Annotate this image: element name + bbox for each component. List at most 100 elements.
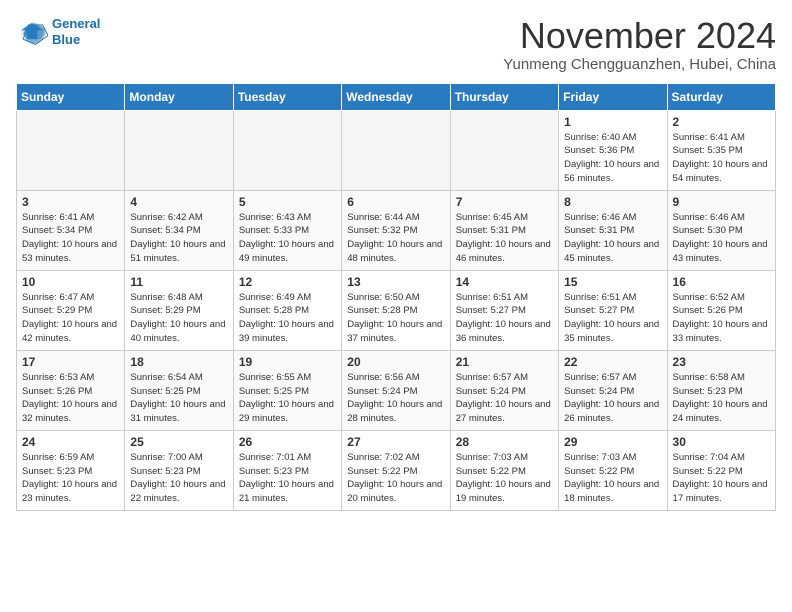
day-number: 20 bbox=[347, 355, 444, 369]
calendar-cell: 17Sunrise: 6:53 AM Sunset: 5:26 PM Dayli… bbox=[17, 350, 125, 430]
day-info: Sunrise: 6:51 AM Sunset: 5:27 PM Dayligh… bbox=[564, 291, 661, 346]
day-number: 17 bbox=[22, 355, 119, 369]
day-info: Sunrise: 6:43 AM Sunset: 5:33 PM Dayligh… bbox=[239, 211, 336, 266]
title-block: November 2024 Yunmeng Chengguanzhen, Hub… bbox=[503, 16, 776, 73]
calendar-cell: 16 Sunrise: 6:52 AM Sunset: 5:26 PM Dayli… bbox=[667, 270, 775, 350]
day-number: 4 bbox=[130, 195, 227, 209]
day-info: Sunrise: 7:03 AM Sunset: 5:22 PM Dayligh… bbox=[564, 451, 661, 506]
day-info: Sunrise: 6:44 AM Sunset: 5:32 PM Dayligh… bbox=[347, 211, 444, 266]
day-header-sunday: Sunday bbox=[17, 83, 125, 110]
calendar-cell: 5 Sunrise: 6:43 AM Sunset: 5:33 PM Daylig… bbox=[233, 190, 341, 270]
week-row-4: 17Sunrise: 6:53 AM Sunset: 5:26 PM Dayli… bbox=[17, 350, 776, 430]
calendar-cell: 1 Sunrise: 6:40 AM Sunset: 5:36 PM Daylig… bbox=[559, 110, 667, 190]
day-header-thursday: Thursday bbox=[450, 83, 558, 110]
calendar-cell: 23Sunrise: 6:58 AM Sunset: 5:23 PM Dayli… bbox=[667, 350, 775, 430]
day-info: Sunrise: 6:57 AM Sunset: 5:24 PM Dayligh… bbox=[564, 371, 661, 426]
day-info: Sunrise: 6:58 AM Sunset: 5:23 PM Dayligh… bbox=[673, 371, 770, 426]
day-number: 24 bbox=[22, 435, 119, 449]
calendar-cell: 21Sunrise: 6:57 AM Sunset: 5:24 PM Dayli… bbox=[450, 350, 558, 430]
calendar-cell: 29Sunrise: 7:03 AM Sunset: 5:22 PM Dayli… bbox=[559, 430, 667, 510]
days-of-week-row: SundayMondayTuesdayWednesdayThursdayFrid… bbox=[17, 83, 776, 110]
day-info: Sunrise: 7:01 AM Sunset: 5:23 PM Dayligh… bbox=[239, 451, 336, 506]
day-info: Sunrise: 6:49 AM Sunset: 5:28 PM Dayligh… bbox=[239, 291, 336, 346]
calendar-cell: 7 Sunrise: 6:45 AM Sunset: 5:31 PM Daylig… bbox=[450, 190, 558, 270]
calendar-cell: 19 Sunrise: 6:55 AM Sunset: 5:25 PM Dayli… bbox=[233, 350, 341, 430]
day-info: Sunrise: 6:55 AM Sunset: 5:25 PM Dayligh… bbox=[239, 371, 336, 426]
day-info: Sunrise: 7:00 AM Sunset: 5:23 PM Dayligh… bbox=[130, 451, 227, 506]
day-number: 15 bbox=[564, 275, 661, 289]
day-number: 1 bbox=[564, 115, 661, 129]
day-info: Sunrise: 6:42 AM Sunset: 5:34 PM Dayligh… bbox=[130, 211, 227, 266]
calendar-cell: 2Sunrise: 6:41 AM Sunset: 5:35 PM Daylig… bbox=[667, 110, 775, 190]
calendar-table: SundayMondayTuesdayWednesdayThursdayFrid… bbox=[16, 83, 776, 511]
logo-text: General Blue bbox=[52, 16, 100, 47]
day-header-tuesday: Tuesday bbox=[233, 83, 341, 110]
calendar-cell bbox=[125, 110, 233, 190]
calendar-header: SundayMondayTuesdayWednesdayThursdayFrid… bbox=[17, 83, 776, 110]
day-info: Sunrise: 6:40 AM Sunset: 5:36 PM Dayligh… bbox=[564, 131, 661, 186]
day-number: 16 bbox=[673, 275, 770, 289]
calendar-cell: 24 Sunrise: 6:59 AM Sunset: 5:23 PM Dayli… bbox=[17, 430, 125, 510]
day-info: Sunrise: 7:02 AM Sunset: 5:22 PM Dayligh… bbox=[347, 451, 444, 506]
day-info: Sunrise: 6:57 AM Sunset: 5:24 PM Dayligh… bbox=[456, 371, 553, 426]
day-header-wednesday: Wednesday bbox=[342, 83, 450, 110]
day-info: Sunrise: 6:46 AM Sunset: 5:31 PM Dayligh… bbox=[564, 211, 661, 266]
week-row-2: 3Sunrise: 6:41 AM Sunset: 5:34 PM Daylig… bbox=[17, 190, 776, 270]
calendar-cell: 6 Sunrise: 6:44 AM Sunset: 5:32 PM Daylig… bbox=[342, 190, 450, 270]
day-number: 19 bbox=[239, 355, 336, 369]
day-number: 25 bbox=[130, 435, 227, 449]
day-info: Sunrise: 6:45 AM Sunset: 5:31 PM Dayligh… bbox=[456, 211, 553, 266]
calendar-cell: 28Sunrise: 7:03 AM Sunset: 5:22 PM Dayli… bbox=[450, 430, 558, 510]
day-number: 14 bbox=[456, 275, 553, 289]
day-info: Sunrise: 6:47 AM Sunset: 5:29 PM Dayligh… bbox=[22, 291, 119, 346]
calendar-cell: 26Sunrise: 7:01 AM Sunset: 5:23 PM Dayli… bbox=[233, 430, 341, 510]
day-number: 6 bbox=[347, 195, 444, 209]
page-header: General Blue November 2024 Yunmeng Cheng… bbox=[16, 16, 776, 73]
day-info: Sunrise: 6:52 AM Sunset: 5:26 PM Dayligh… bbox=[673, 291, 770, 346]
calendar-cell: 30 Sunrise: 7:04 AM Sunset: 5:22 PM Dayli… bbox=[667, 430, 775, 510]
calendar-cell bbox=[233, 110, 341, 190]
day-info: Sunrise: 6:51 AM Sunset: 5:27 PM Dayligh… bbox=[456, 291, 553, 346]
day-number: 2 bbox=[673, 115, 770, 129]
day-number: 10 bbox=[22, 275, 119, 289]
location-subtitle: Yunmeng Chengguanzhen, Hubei, China bbox=[503, 56, 776, 73]
day-number: 5 bbox=[239, 195, 336, 209]
day-number: 9 bbox=[673, 195, 770, 209]
day-number: 7 bbox=[456, 195, 553, 209]
day-number: 22 bbox=[564, 355, 661, 369]
calendar-cell bbox=[17, 110, 125, 190]
day-header-friday: Friday bbox=[559, 83, 667, 110]
day-info: Sunrise: 6:54 AM Sunset: 5:25 PM Dayligh… bbox=[130, 371, 227, 426]
day-info: Sunrise: 7:04 AM Sunset: 5:22 PM Dayligh… bbox=[673, 451, 770, 506]
day-header-saturday: Saturday bbox=[667, 83, 775, 110]
day-number: 13 bbox=[347, 275, 444, 289]
calendar-cell: 11Sunrise: 6:48 AM Sunset: 5:29 PM Dayli… bbox=[125, 270, 233, 350]
week-row-3: 10 Sunrise: 6:47 AM Sunset: 5:29 PM Dayli… bbox=[17, 270, 776, 350]
calendar-cell: 22 Sunrise: 6:57 AM Sunset: 5:24 PM Dayli… bbox=[559, 350, 667, 430]
calendar-cell: 3Sunrise: 6:41 AM Sunset: 5:34 PM Daylig… bbox=[17, 190, 125, 270]
logo-line1: General bbox=[52, 16, 100, 31]
calendar-cell: 15 Sunrise: 6:51 AM Sunset: 5:27 PM Dayli… bbox=[559, 270, 667, 350]
calendar-cell: 14 Sunrise: 6:51 AM Sunset: 5:27 PM Dayli… bbox=[450, 270, 558, 350]
calendar-cell bbox=[342, 110, 450, 190]
calendar-cell: 18Sunrise: 6:54 AM Sunset: 5:25 PM Dayli… bbox=[125, 350, 233, 430]
calendar-cell bbox=[450, 110, 558, 190]
day-info: Sunrise: 6:46 AM Sunset: 5:30 PM Dayligh… bbox=[673, 211, 770, 266]
calendar-cell: 9 Sunrise: 6:46 AM Sunset: 5:30 PM Daylig… bbox=[667, 190, 775, 270]
day-number: 30 bbox=[673, 435, 770, 449]
calendar-cell: 12Sunrise: 6:49 AM Sunset: 5:28 PM Dayli… bbox=[233, 270, 341, 350]
logo: General Blue bbox=[16, 16, 100, 48]
calendar-cell: 10 Sunrise: 6:47 AM Sunset: 5:29 PM Dayli… bbox=[17, 270, 125, 350]
calendar-cell: 13 Sunrise: 6:50 AM Sunset: 5:28 PM Dayli… bbox=[342, 270, 450, 350]
day-info: Sunrise: 6:50 AM Sunset: 5:28 PM Dayligh… bbox=[347, 291, 444, 346]
day-info: Sunrise: 6:59 AM Sunset: 5:23 PM Dayligh… bbox=[22, 451, 119, 506]
day-info: Sunrise: 7:03 AM Sunset: 5:22 PM Dayligh… bbox=[456, 451, 553, 506]
day-header-monday: Monday bbox=[125, 83, 233, 110]
day-info: Sunrise: 6:41 AM Sunset: 5:34 PM Dayligh… bbox=[22, 211, 119, 266]
logo-icon bbox=[16, 16, 48, 48]
calendar-cell: 25 Sunrise: 7:00 AM Sunset: 5:23 PM Dayli… bbox=[125, 430, 233, 510]
day-number: 11 bbox=[130, 275, 227, 289]
month-title: November 2024 bbox=[503, 16, 776, 56]
calendar-cell: 4 Sunrise: 6:42 AM Sunset: 5:34 PM Daylig… bbox=[125, 190, 233, 270]
calendar-body: 1 Sunrise: 6:40 AM Sunset: 5:36 PM Daylig… bbox=[17, 110, 776, 510]
